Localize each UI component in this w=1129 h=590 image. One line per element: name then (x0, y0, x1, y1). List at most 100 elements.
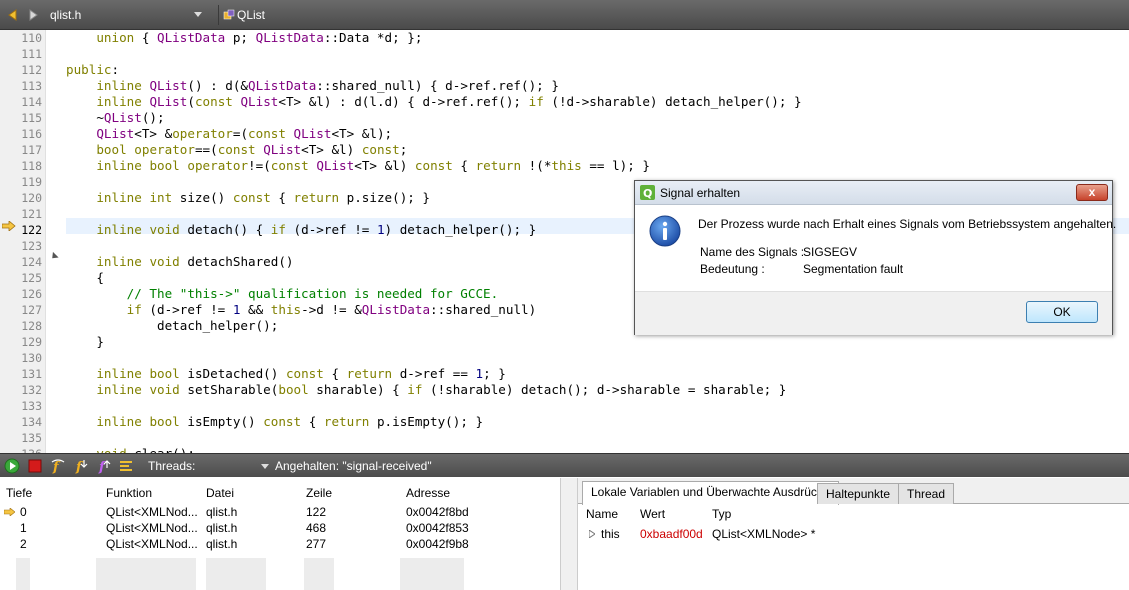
line-number[interactable]: 125 (0, 270, 42, 286)
code-line[interactable]: QList<T> &operator=(const QList<T> &l); (66, 126, 392, 142)
code-line[interactable]: ~QList(); (66, 110, 164, 126)
locals-tabbar: Lokale Variablen und Überwachte Ausdrück… (578, 478, 1129, 505)
code-line[interactable]: inline void detachShared() (66, 254, 293, 270)
line-number[interactable]: 118 (0, 158, 42, 174)
step-out-icon[interactable]: f (95, 458, 111, 474)
line-number[interactable]: 113 (0, 78, 42, 94)
chevron-down-icon[interactable] (261, 464, 269, 469)
close-button[interactable]: x (1076, 184, 1108, 201)
class-symbol-icon (223, 9, 235, 20)
reverse-icon[interactable] (118, 458, 134, 474)
continue-icon[interactable] (4, 458, 20, 474)
frame-depth: 2 (20, 537, 27, 551)
stack-row[interactable]: 0 QList<XMLNod... qlist.h 122 0x0042f8bd (0, 504, 560, 520)
line-number[interactable]: 130 (0, 350, 42, 366)
line-number[interactable]: 116 (0, 126, 42, 142)
line-number[interactable]: 119 (0, 174, 42, 190)
line-number[interactable]: 110 (0, 30, 42, 46)
line-number[interactable]: 112 (0, 62, 42, 78)
code-line[interactable]: union { QListData p; QListData::Data *d;… (66, 30, 422, 46)
code-line[interactable]: inline bool isEmpty() const { return p.i… (66, 414, 483, 430)
back-arrow-icon[interactable] (6, 8, 20, 22)
stack-row[interactable]: 2 QList<XMLNod... qlist.h 277 0x0042f9b8 (0, 536, 560, 552)
step-over-icon[interactable]: f (50, 458, 66, 474)
code-line[interactable]: inline int size() const { return p.size(… (66, 190, 430, 206)
forward-arrow-icon[interactable] (26, 8, 40, 22)
line-number[interactable]: 124 (0, 254, 42, 270)
locals-view[interactable]: Lokale Variablen und Überwachte Ausdrück… (578, 478, 1129, 590)
line-number[interactable]: 117 (0, 142, 42, 158)
col-type[interactable]: Typ (712, 507, 731, 521)
code-line[interactable]: public: (66, 62, 119, 78)
col-value[interactable]: Wert (640, 507, 665, 521)
frame-file: qlist.h (206, 521, 238, 535)
frame-line: 468 (306, 521, 327, 535)
code-line[interactable]: // The "this->" qualification is needed … (66, 286, 499, 302)
col-address[interactable]: Adresse (406, 486, 450, 500)
blurred-region (206, 558, 266, 590)
line-number[interactable]: 132 (0, 382, 42, 398)
line-number[interactable]: 114 (0, 94, 42, 110)
file-selector[interactable]: qlist.h (44, 5, 206, 25)
code-line[interactable]: bool operator==(const QList<T> &l) const… (66, 142, 407, 158)
line-number[interactable]: 135 (0, 430, 42, 446)
code-line[interactable]: inline bool isDetached() const { return … (66, 366, 506, 382)
col-depth[interactable]: Tiefe (6, 486, 32, 500)
line-number[interactable]: 126 (0, 286, 42, 302)
col-file[interactable]: Datei (206, 486, 234, 500)
line-number[interactable]: 134 (0, 414, 42, 430)
col-line[interactable]: Zeile (306, 486, 332, 500)
frame-address: 0x0042f853 (406, 521, 469, 535)
execution-pointer-icon (2, 221, 16, 231)
code-line[interactable]: inline QList(const QList<T> &l) : d(l.d)… (66, 94, 801, 110)
ok-button[interactable]: OK (1026, 301, 1098, 323)
tab-locals-watchers[interactable]: Lokale Variablen und Überwachte Ausdrück… (582, 481, 839, 505)
frame-file: qlist.h (206, 537, 238, 551)
frame-line: 122 (306, 505, 327, 519)
line-number[interactable]: 120 (0, 190, 42, 206)
frame-file: qlist.h (206, 505, 238, 519)
dialog-titlebar[interactable]: Q Signal erhalten x (635, 181, 1112, 205)
stack-view[interactable]: Tiefe Funktion Datei Zeile Adresse 0 QLi… (0, 478, 560, 590)
step-into-icon[interactable]: f (72, 458, 88, 474)
code-line[interactable]: void clear(); (66, 446, 195, 453)
svg-text:f: f (75, 460, 84, 474)
stop-icon[interactable] (27, 458, 43, 474)
symbol-name: QList (237, 8, 266, 22)
tab-breakpoints[interactable]: Haltepunkte (817, 483, 900, 504)
line-number[interactable]: 131 (0, 366, 42, 382)
code-line[interactable]: if (d->ref != 1 && this->d != &QListData… (66, 302, 537, 318)
col-name[interactable]: Name (586, 507, 618, 521)
code-line[interactable]: inline void detach() { if (d->ref != 1) … (66, 222, 536, 238)
code-line[interactable]: inline void setSharable(bool sharable) {… (66, 382, 786, 398)
line-number[interactable]: 129 (0, 334, 42, 350)
frame-function: QList<XMLNod... (106, 505, 198, 519)
frame-address: 0x0042f9b8 (406, 537, 469, 551)
line-number[interactable]: 136 (0, 446, 42, 453)
line-number[interactable]: 115 (0, 110, 42, 126)
threads-label: Threads: (148, 459, 196, 473)
line-number[interactable]: 111 (0, 46, 42, 62)
code-line[interactable]: } (66, 334, 104, 350)
line-number[interactable]: 128 (0, 318, 42, 334)
code-line[interactable]: inline bool operator!=(const QList<T> &l… (66, 158, 650, 174)
col-function[interactable]: Funktion (106, 486, 152, 500)
meaning-value: Segmentation fault (803, 262, 904, 276)
line-number[interactable]: 133 (0, 398, 42, 414)
var-name: this (601, 527, 620, 541)
line-number[interactable]: 123 (0, 238, 42, 254)
tab-thread[interactable]: Thread (898, 483, 955, 504)
panel-splitter[interactable] (560, 478, 578, 590)
signal-name-value: SIGSEGV (803, 245, 858, 259)
code-line[interactable]: { (66, 270, 104, 286)
line-number-gutter[interactable]: 110 111 112 113 114 115 116 117 118 119 120 121 122 1… (0, 30, 46, 453)
stack-row[interactable]: 1 QList<XMLNod... qlist.h 468 0x0042f853 (0, 520, 560, 536)
line-number[interactable]: 121 (0, 206, 42, 222)
code-line[interactable]: detach_helper(); (66, 318, 278, 334)
code-line[interactable]: inline QList() : d(&QListData::shared_nu… (66, 78, 559, 94)
line-number[interactable]: 127 (0, 302, 42, 318)
frame-line: 277 (306, 537, 327, 551)
fold-marker-icon[interactable] (49, 251, 59, 262)
expand-arrow-icon[interactable] (589, 530, 595, 538)
symbol-selector[interactable]: QList (218, 5, 1129, 25)
